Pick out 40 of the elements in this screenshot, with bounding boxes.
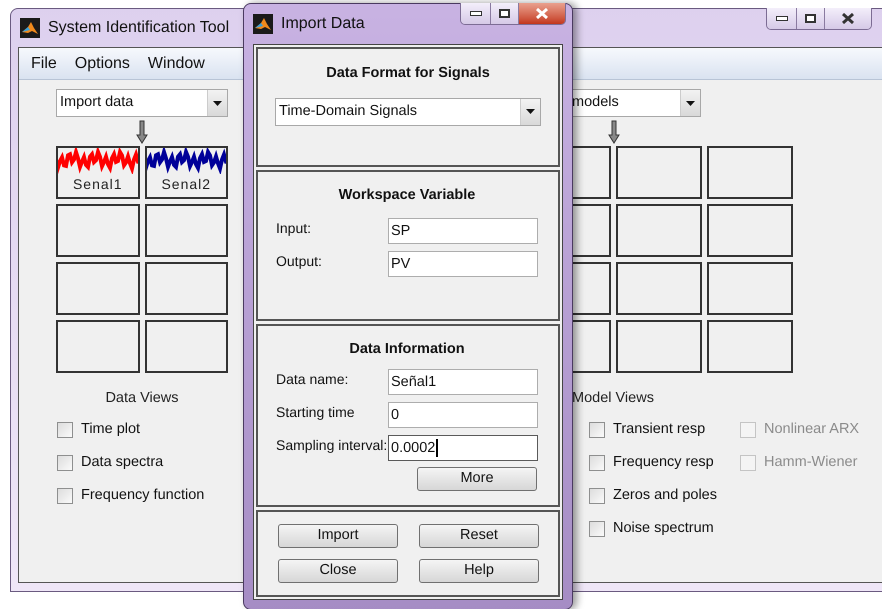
help-button[interactable]: Help [419,559,539,583]
field-label: Starting time [276,402,356,422]
window-title: System Identification Tool [48,18,230,38]
checkbox-label: Data spectra [81,452,164,472]
text-field[interactable]: 0 [388,402,538,428]
format-dropdown[interactable]: Time-Domain Signals [275,98,541,126]
import-button[interactable]: Import [278,524,398,548]
field-label: Input: [276,218,312,238]
section-label: Model Views [572,389,655,408]
menu-item[interactable]: File [22,52,66,76]
checkbox-label: Zeros and poles [613,486,717,505]
reset-button[interactable]: Reset [419,524,539,548]
section-label: Data Views [104,389,180,408]
text-field[interactable]: 0.0002 [388,435,538,462]
section-heading: Data Format for Signals [326,64,490,83]
close-button[interactable]: Close [278,559,398,583]
menu-item[interactable]: Options [66,52,139,76]
checkbox-label: Nonlinear ARX [764,420,860,439]
more-button[interactable]: More [417,466,537,491]
field-label: Sampling interval: [276,436,388,455]
field-label: Data name: [276,370,350,389]
text-field[interactable]: PV [388,251,538,278]
checkbox-label: Noise spectrum [613,518,714,538]
checkbox-label: Time plot [81,420,140,439]
checkbox-label: Hamm-Wiener [764,452,858,472]
field-label: Output: [276,252,323,271]
data-slot[interactable]: Senal1 [56,146,140,199]
dropdown[interactable]: Import data [56,89,228,117]
section-heading: Data Information [348,340,466,359]
data-slot[interactable]: Senal2 [144,146,228,199]
section-heading: Workspace Variable [338,186,476,205]
slot-label: Senal2 [161,175,212,194]
menu-item[interactable]: Window [138,52,214,76]
text-field[interactable]: Señal1 [388,369,538,396]
checkbox-label: Transient resp [613,420,706,439]
checkbox-label: Frequency resp [613,452,714,472]
dialog-title: Import Data [281,14,365,34]
checkbox-label: Frequency function [81,486,204,505]
text-field[interactable]: SP [388,218,538,244]
slot-label: Senal1 [72,175,123,194]
